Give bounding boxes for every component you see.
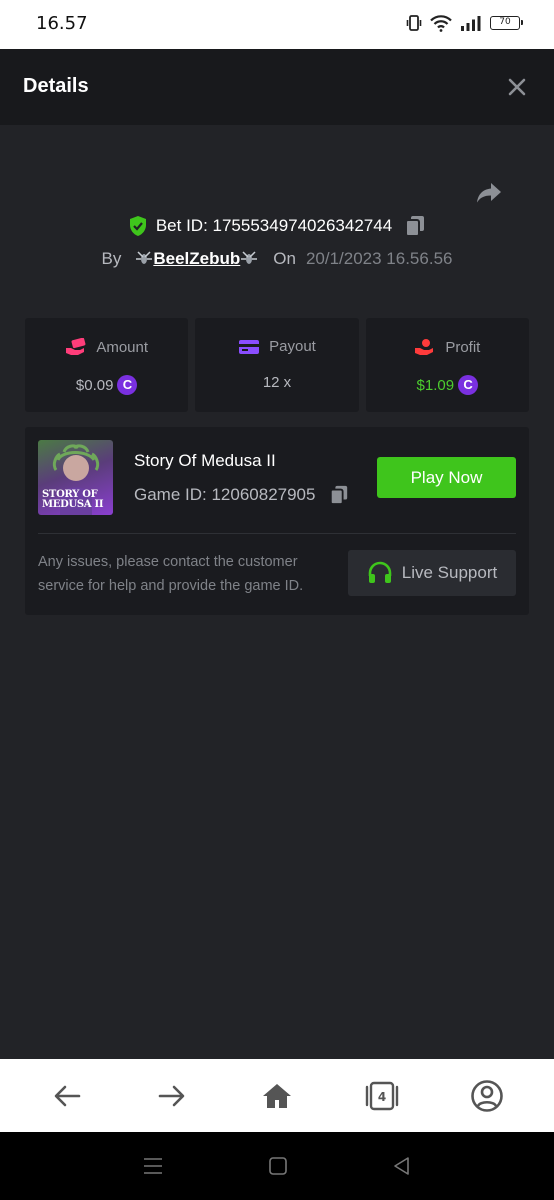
headset-icon <box>368 561 392 583</box>
username: BeelZebub <box>153 249 241 268</box>
home-button[interactable] <box>252 1071 302 1121</box>
forward-button[interactable] <box>147 1071 197 1121</box>
by-label: By <box>101 249 122 268</box>
wifi-icon <box>430 15 452 32</box>
bug-avatar-icon <box>136 251 153 264</box>
vibrate-icon <box>406 15 422 31</box>
status-icons: 70 <box>406 14 523 32</box>
bet-id-row: Bet ID: 1755534974026342744 <box>0 214 554 238</box>
stat-amount: Amount $0.09 C <box>25 318 189 412</box>
copy-icon[interactable] <box>404 214 426 238</box>
status-time: 16.57 <box>36 13 88 34</box>
account-icon <box>471 1079 504 1112</box>
support-text: Any issues, please contact the customer … <box>38 554 304 594</box>
battery-icon: 70 <box>490 16 523 30</box>
status-bar: 16.57 70 <box>0 0 554 49</box>
close-icon[interactable] <box>504 74 530 100</box>
live-support-label: Live Support <box>401 563 498 582</box>
live-support-button[interactable]: Live Support <box>348 550 516 596</box>
game-card: STORY OF MEDUSA II Story Of Medusa II Ga… <box>25 427 529 615</box>
stat-payout-value: 12 x <box>262 374 292 391</box>
copy-icon[interactable] <box>329 484 349 506</box>
game-title: Story Of Medusa II <box>134 451 276 470</box>
menu-icon[interactable] <box>142 1156 164 1176</box>
stat-payout: Payout 12 x <box>195 318 359 412</box>
stat-amount-value: $0.09 <box>75 376 114 394</box>
play-now-button[interactable]: Play Now <box>377 457 516 498</box>
signal-icon <box>461 16 481 31</box>
stat-profit-label: Profit <box>445 338 481 356</box>
bet-author-row: By BeelZebub On 20/1/2023 16.56.56 <box>0 249 554 269</box>
stat-profit-value: $1.09 <box>416 376 455 394</box>
share-icon[interactable] <box>474 177 504 207</box>
browser-nav: 4 <box>0 1059 554 1132</box>
username-link[interactable]: BeelZebub <box>135 249 258 269</box>
details-header: Details <box>0 49 554 125</box>
system-nav-bar <box>0 1132 554 1200</box>
stat-profit: Profit $1.09 C <box>365 318 529 412</box>
details-content: Bet ID: 1755534974026342744 By BeelZebub… <box>0 125 554 1059</box>
back-triangle-icon[interactable] <box>392 1156 412 1176</box>
bug-avatar-icon <box>241 251 258 264</box>
stat-amount-label: Amount <box>96 338 149 356</box>
game-thumbnail[interactable]: STORY OF MEDUSA II <box>38 440 113 515</box>
back-button[interactable] <box>42 1071 92 1121</box>
tabs-button[interactable]: 4 <box>357 1071 407 1121</box>
bet-id: Bet ID: 1755534974026342744 <box>155 216 393 235</box>
money-hand-icon <box>66 338 86 355</box>
bet-date: 20/1/2023 16.56.56 <box>305 249 453 268</box>
shield-check-icon <box>129 216 146 236</box>
divider <box>38 533 516 534</box>
tabs-count: 4 <box>378 1090 386 1104</box>
thumb-title-line2: MEDUSA II <box>42 499 104 510</box>
forward-icon <box>158 1085 185 1106</box>
back-icon <box>54 1085 80 1106</box>
coin-icon: C <box>458 375 479 395</box>
account-button[interactable] <box>462 1071 512 1121</box>
game-id-row: Game ID: 12060827905 <box>134 484 349 506</box>
stat-payout-label: Payout <box>269 338 316 355</box>
thumb-title: STORY OF MEDUSA II <box>42 490 104 510</box>
coin-icon: C <box>117 375 138 395</box>
tabs-icon: 4 <box>365 1081 399 1110</box>
home-square-icon[interactable] <box>268 1156 288 1176</box>
game-id: Game ID: 12060827905 <box>134 485 316 504</box>
page-title: Details <box>23 75 89 97</box>
bet-stats: Amount $0.09 C Payout 12 x Profit $1.09 … <box>25 318 529 412</box>
profit-hand-icon <box>415 339 434 355</box>
home-icon <box>262 1083 291 1108</box>
card-icon <box>239 339 260 354</box>
on-label: On <box>273 249 296 268</box>
